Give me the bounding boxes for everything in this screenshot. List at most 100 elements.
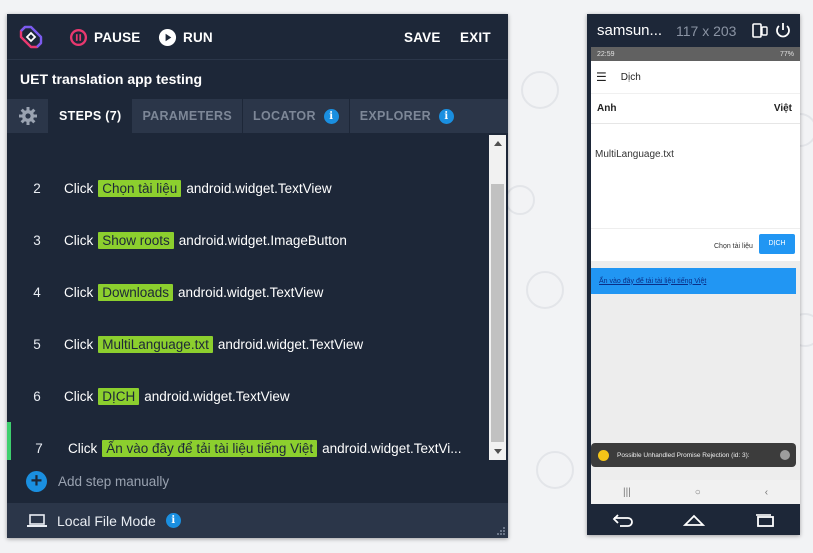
run-label: RUN bbox=[183, 29, 213, 45]
input-text: MultiLanguage.txt bbox=[595, 149, 674, 160]
step-row[interactable]: 2 Click Chọn tài liệu android.widget.Tex… bbox=[7, 162, 489, 214]
download-link[interactable]: Ấn vào đây để tải tài liệu tiếng Việt bbox=[591, 268, 796, 294]
settings-tab[interactable] bbox=[7, 99, 49, 133]
choose-document-link[interactable]: Chọn tài liệu bbox=[714, 243, 753, 250]
step-row[interactable]: 6 Click DỊCH android.widget.TextView bbox=[7, 370, 489, 422]
step-action: Click bbox=[64, 336, 94, 352]
test-title: UET translation app testing bbox=[7, 59, 508, 99]
home-button-icon[interactable] bbox=[682, 513, 705, 527]
steps-list: 2 Click Chọn tài liệu android.widget.Tex… bbox=[7, 133, 508, 460]
step-row[interactable]: 5 Click MultiLanguage.txt android.widget… bbox=[7, 318, 489, 370]
tab-bar: STEPS (7) PARAMETERS LOCATOR i EXPLORER … bbox=[7, 99, 508, 133]
step-row-current[interactable]: 7 Click Ấn vào đây để tải tài liệu tiếng… bbox=[7, 422, 489, 460]
plus-icon: + bbox=[26, 470, 47, 492]
source-language[interactable]: Anh bbox=[597, 103, 616, 114]
step-target: Ấn vào đây để tải tài liệu tiếng Việt bbox=[102, 439, 318, 457]
pause-icon bbox=[69, 28, 88, 46]
device-name: samsun... bbox=[597, 22, 663, 39]
status-time: 22:59 bbox=[597, 50, 615, 58]
step-action: Click bbox=[68, 440, 98, 456]
save-label: SAVE bbox=[404, 29, 441, 45]
step-element-class: android.widget.TextView bbox=[144, 388, 290, 404]
file-mode-label: Local File Mode bbox=[57, 512, 156, 529]
hardware-nav-bar bbox=[587, 504, 800, 535]
app-bar-title: Dịch bbox=[620, 71, 641, 83]
tab-explorer[interactable]: EXPLORER i bbox=[350, 99, 464, 133]
translate-button[interactable]: DỊCH bbox=[759, 234, 795, 254]
step-action: Click bbox=[64, 388, 94, 404]
resize-grip-icon[interactable] bbox=[497, 527, 505, 535]
recents-icon[interactable]: ||| bbox=[623, 487, 631, 498]
info-icon[interactable]: i bbox=[323, 108, 339, 124]
tab-locator[interactable]: LOCATOR i bbox=[243, 99, 350, 133]
back-icon[interactable]: ‹ bbox=[765, 487, 768, 498]
error-toast[interactable]: Possible Unhandled Promise Rejection (id… bbox=[591, 443, 796, 467]
step-number: 5 bbox=[33, 336, 41, 352]
scroll-up-arrow-icon[interactable] bbox=[489, 135, 506, 152]
step-element-class: android.widget.TextVi... bbox=[322, 440, 462, 456]
toolbar: PAUSE RUN SAVE EXIT bbox=[7, 14, 508, 59]
step-element-class: android.widget.TextView bbox=[178, 284, 324, 300]
step-element-class: android.widget.TextView bbox=[186, 180, 332, 196]
step-target: Downloads bbox=[98, 283, 174, 301]
play-icon bbox=[158, 28, 177, 46]
pause-label: PAUSE bbox=[94, 29, 141, 45]
step-number: 7 bbox=[35, 440, 43, 456]
step-row[interactable]: 3 Click Show roots android.widget.ImageB… bbox=[7, 214, 489, 266]
step-element-class: android.widget.TextView bbox=[217, 336, 364, 352]
gear-icon bbox=[18, 107, 37, 125]
android-status-bar: 22:59 77% bbox=[591, 47, 800, 61]
warning-icon bbox=[598, 449, 609, 461]
scroll-down-arrow-icon[interactable] bbox=[489, 443, 506, 460]
tab-explorer-label: EXPLORER bbox=[359, 109, 431, 123]
tab-parameters-label: PARAMETERS bbox=[142, 109, 233, 123]
step-target: DỊCH bbox=[98, 387, 140, 405]
power-icon[interactable] bbox=[774, 21, 792, 39]
input-text-area[interactable]: MultiLanguage.txt bbox=[591, 123, 800, 228]
step-target: Show roots bbox=[98, 231, 174, 249]
laptop-icon bbox=[27, 513, 47, 527]
device-header: samsun... 117 x 203 bbox=[587, 14, 800, 47]
android-soft-nav: ||| ○ ‹ bbox=[591, 480, 800, 504]
info-icon[interactable]: i bbox=[165, 513, 181, 528]
tab-steps[interactable]: STEPS (7) bbox=[49, 99, 133, 133]
step-element-class: android.widget.ImageButton bbox=[178, 232, 347, 248]
footer-bar: Local File Mode i bbox=[7, 503, 508, 538]
back-arrow-icon[interactable] bbox=[612, 513, 634, 527]
scrollbar-thumb[interactable] bbox=[491, 184, 504, 442]
add-step-label: Add step manually bbox=[58, 473, 170, 489]
step-action: Click bbox=[64, 180, 94, 196]
device-screen[interactable]: 22:59 77% ☰ Dịch Anh Việt MultiLanguage.… bbox=[591, 47, 800, 504]
step-target: Chọn tài liệu bbox=[98, 179, 182, 197]
overview-icon[interactable] bbox=[754, 513, 776, 527]
toast-text: Possible Unhandled Promise Rejection (id… bbox=[617, 451, 750, 459]
tab-locator-label: LOCATOR bbox=[253, 109, 316, 123]
step-action: Click bbox=[64, 232, 94, 248]
tab-steps-label: STEPS (7) bbox=[59, 109, 122, 123]
step-target: MultiLanguage.txt bbox=[98, 335, 213, 353]
step-number: 4 bbox=[33, 284, 41, 300]
rotate-device-icon[interactable] bbox=[751, 21, 769, 39]
step-row[interactable]: 4 Click Downloads android.widget.TextVie… bbox=[7, 266, 489, 318]
step-number: 6 bbox=[33, 388, 41, 404]
app-logo-icon bbox=[19, 25, 43, 49]
exit-button[interactable]: EXIT bbox=[460, 26, 491, 48]
info-icon[interactable]: i bbox=[438, 108, 454, 124]
target-language[interactable]: Việt bbox=[774, 103, 792, 114]
hamburger-menu-icon[interactable]: ☰ bbox=[596, 70, 607, 84]
steps-scrollbar[interactable] bbox=[489, 135, 506, 460]
device-panel: samsun... 117 x 203 22:59 77% ☰ Dịch Anh… bbox=[587, 14, 800, 535]
device-size: 117 x 203 bbox=[676, 23, 737, 39]
home-icon[interactable]: ○ bbox=[695, 487, 701, 498]
step-number: 3 bbox=[33, 232, 41, 248]
tab-parameters[interactable]: PARAMETERS bbox=[132, 99, 244, 133]
exit-label: EXIT bbox=[460, 29, 491, 45]
run-button[interactable]: RUN bbox=[158, 26, 213, 48]
add-step-button[interactable]: + Add step manually bbox=[7, 464, 487, 498]
dismiss-icon[interactable] bbox=[780, 450, 790, 460]
step-number: 2 bbox=[33, 180, 41, 196]
save-button[interactable]: SAVE bbox=[404, 26, 441, 48]
action-row: Chọn tài liệu DỊCH bbox=[591, 228, 800, 261]
pause-button[interactable]: PAUSE bbox=[69, 26, 141, 48]
step-action: Click bbox=[64, 284, 94, 300]
